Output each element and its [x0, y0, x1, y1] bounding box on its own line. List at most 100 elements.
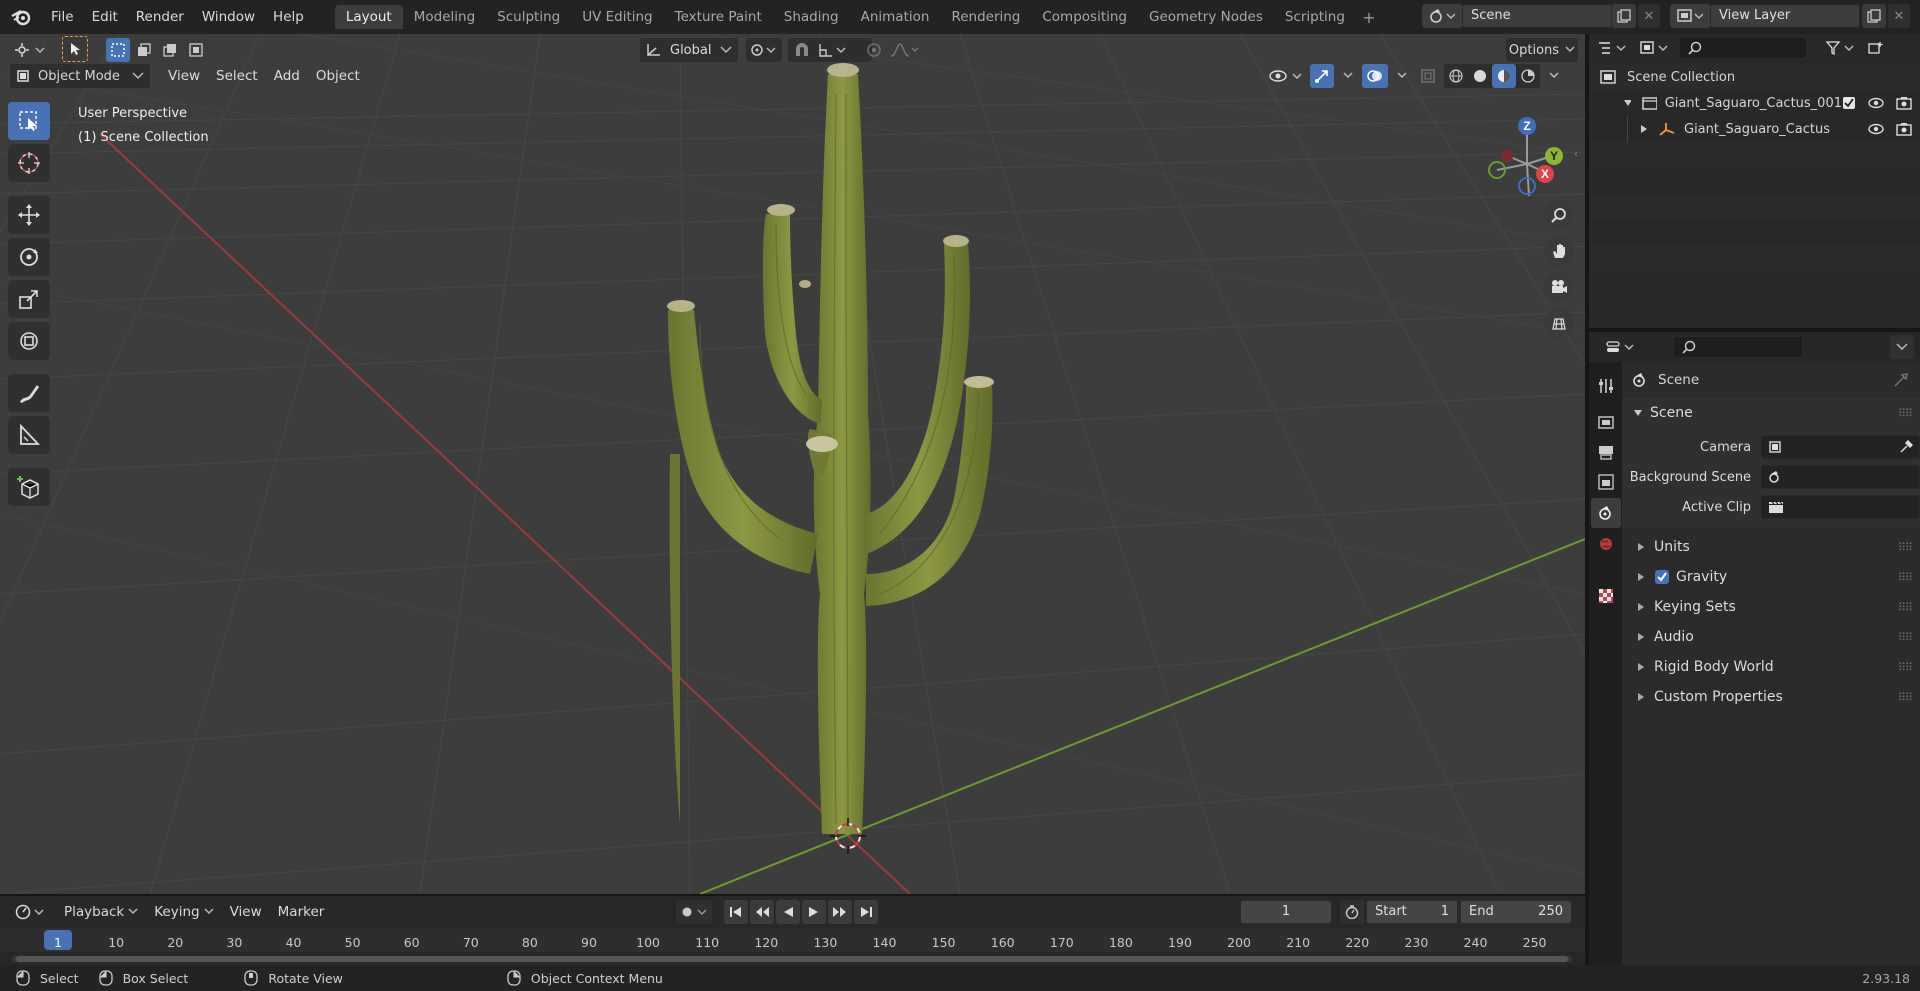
delete-view-layer-icon[interactable]: ✕	[1888, 4, 1910, 28]
drag-grip-icon[interactable]: ⠿⠿	[1898, 407, 1913, 420]
drag-grip-icon[interactable]: ⠿⠿	[1898, 541, 1913, 554]
outliner-display-mode-icon[interactable]	[1637, 36, 1673, 60]
transform-tool-icon[interactable]	[8, 322, 50, 360]
tab-sculpting[interactable]: Sculpting	[486, 5, 571, 29]
editor-type-3d-icon[interactable]	[10, 38, 50, 62]
eyedropper-icon[interactable]	[1899, 440, 1913, 454]
tab-world-icon[interactable]	[1592, 530, 1620, 558]
select-subtract-icon[interactable]	[158, 38, 182, 62]
menu-marker[interactable]: Marker	[270, 900, 333, 924]
outliner-row-scene-collection[interactable]: Scene Collection	[1589, 64, 1920, 90]
menu-edit[interactable]: Edit	[83, 5, 127, 29]
scale-tool-icon[interactable]	[8, 280, 50, 318]
tab-output-icon[interactable]	[1592, 438, 1620, 466]
gizmo-dropdown-chevron-icon[interactable]	[1338, 64, 1358, 88]
tab-compositing[interactable]: Compositing	[1031, 5, 1138, 29]
custom-properties-panel-header[interactable]: Custom Properties ⠿⠿	[1622, 682, 1920, 712]
jump-to-keyframe-prev-icon[interactable]	[750, 900, 774, 924]
drag-grip-icon[interactable]: ⠿⠿	[1898, 661, 1913, 674]
view-layer-field[interactable]: View Layer	[1710, 4, 1860, 28]
menu-select[interactable]: Select	[208, 64, 266, 88]
pin-icon[interactable]	[1894, 373, 1908, 387]
annotate-tool-icon[interactable]	[8, 374, 50, 412]
falloff-curve-icon[interactable]	[890, 42, 920, 58]
add-cube-tool-icon[interactable]	[8, 468, 50, 506]
tab-view-layer-icon[interactable]	[1592, 468, 1620, 496]
tab-uv-editing[interactable]: UV Editing	[571, 5, 663, 29]
units-panel-header[interactable]: Units ⠿⠿	[1622, 532, 1920, 562]
camera-field[interactable]	[1761, 435, 1920, 459]
snap-increment-icon[interactable]	[818, 42, 848, 58]
properties-options-chevron-icon[interactable]	[1890, 335, 1914, 359]
tab-geometry-nodes[interactable]: Geometry Nodes	[1138, 5, 1274, 29]
shading-dropdown-chevron-icon[interactable]	[1544, 64, 1564, 88]
scene-name-field[interactable]: Scene	[1462, 4, 1612, 28]
rendered-shading-icon[interactable]	[1516, 64, 1540, 88]
add-workspace-plus-icon[interactable]: +	[1356, 8, 1382, 27]
scene-browse-icon[interactable]	[1422, 4, 1462, 28]
tab-render-icon[interactable]	[1592, 408, 1620, 436]
wireframe-shading-icon[interactable]	[1444, 64, 1468, 88]
menu-view[interactable]: View	[160, 64, 208, 88]
camera-view-icon[interactable]	[1544, 272, 1574, 302]
cursor-tool-icon[interactable]	[8, 144, 50, 182]
tab-rendering[interactable]: Rendering	[940, 5, 1031, 29]
current-frame-field[interactable]: 1	[1240, 900, 1332, 924]
scene-section-header[interactable]: Scene ⠿⠿	[1622, 398, 1920, 428]
expand-chevron-down-icon[interactable]	[1623, 99, 1632, 107]
options-dropdown[interactable]: Options	[1506, 38, 1578, 62]
solid-shading-icon[interactable]	[1468, 64, 1492, 88]
measure-tool-icon[interactable]	[8, 416, 50, 454]
tab-layout[interactable]: Layout	[334, 5, 403, 29]
outliner-row-collection[interactable]: Giant_Saguaro_Cactus_001	[1589, 90, 1920, 116]
pivot-point-icon[interactable]	[746, 38, 782, 62]
jump-to-keyframe-next-icon[interactable]	[828, 900, 852, 924]
tab-modeling[interactable]: Modeling	[403, 5, 486, 29]
preview-range-stopwatch-icon[interactable]	[1340, 900, 1364, 924]
tab-texture-icon[interactable]	[1592, 582, 1620, 610]
select-box-tool-icon[interactable]	[8, 102, 50, 140]
jump-to-start-icon[interactable]	[724, 900, 748, 924]
render-camera-icon[interactable]	[1896, 122, 1912, 136]
menu-render[interactable]: Render	[127, 5, 193, 29]
menu-timeline-view[interactable]: View	[222, 900, 270, 924]
tab-shading[interactable]: Shading	[773, 5, 850, 29]
new-collection-icon[interactable]	[1865, 36, 1887, 60]
select-extend-icon[interactable]	[132, 38, 156, 62]
outliner-editor-type-icon[interactable]	[1595, 36, 1631, 60]
timeline-scrollbar[interactable]	[12, 956, 1572, 962]
menu-help[interactable]: Help	[264, 5, 313, 29]
menu-add[interactable]: Add	[266, 64, 308, 88]
drag-grip-icon[interactable]: ⠿⠿	[1898, 691, 1913, 704]
gravity-checkbox-icon[interactable]	[1654, 569, 1670, 585]
saguaro-cactus-model[interactable]	[660, 63, 994, 834]
keying-sets-panel-header[interactable]: Keying Sets ⠿⠿	[1622, 592, 1920, 622]
selectability-visibility-icon[interactable]	[1266, 64, 1306, 88]
end-frame-field[interactable]: End 250	[1460, 900, 1572, 924]
delete-scene-icon[interactable]: ✕	[1638, 4, 1660, 28]
object-mode-dropdown[interactable]: Object Mode	[10, 64, 150, 88]
pan-hand-icon[interactable]	[1544, 236, 1574, 266]
material-preview-shading-icon[interactable]	[1492, 64, 1516, 88]
new-view-layer-icon[interactable]	[1862, 4, 1886, 28]
select-intersect-icon[interactable]	[184, 38, 208, 62]
eye-visibility-icon[interactable]	[1868, 97, 1884, 109]
menu-window[interactable]: Window	[193, 5, 264, 29]
active-clip-field[interactable]	[1761, 495, 1920, 519]
menu-file[interactable]: File	[42, 5, 83, 29]
xray-toggle-icon[interactable]	[1416, 64, 1440, 88]
auto-keying-record-icon[interactable]	[676, 900, 712, 924]
new-scene-icon[interactable]	[1612, 4, 1636, 28]
gravity-panel-header[interactable]: Gravity ⠿⠿	[1622, 562, 1920, 592]
gizmo-toggle-icon[interactable]	[1310, 64, 1334, 88]
play-icon[interactable]	[802, 900, 826, 924]
overlays-toggle-icon[interactable]	[1362, 64, 1388, 88]
jump-to-end-icon[interactable]	[854, 900, 878, 924]
start-frame-field[interactable]: Start 1	[1366, 900, 1458, 924]
blender-logo-icon[interactable]	[0, 8, 42, 26]
rotate-tool-icon[interactable]	[8, 238, 50, 276]
render-camera-icon[interactable]	[1896, 96, 1912, 110]
3d-viewport[interactable]: Global Options Object Mode View Select A…	[0, 34, 1585, 894]
audio-panel-header[interactable]: Audio ⠿⠿	[1622, 622, 1920, 652]
outliner-row-object[interactable]: Giant_Saguaro_Cactus	[1589, 116, 1920, 142]
